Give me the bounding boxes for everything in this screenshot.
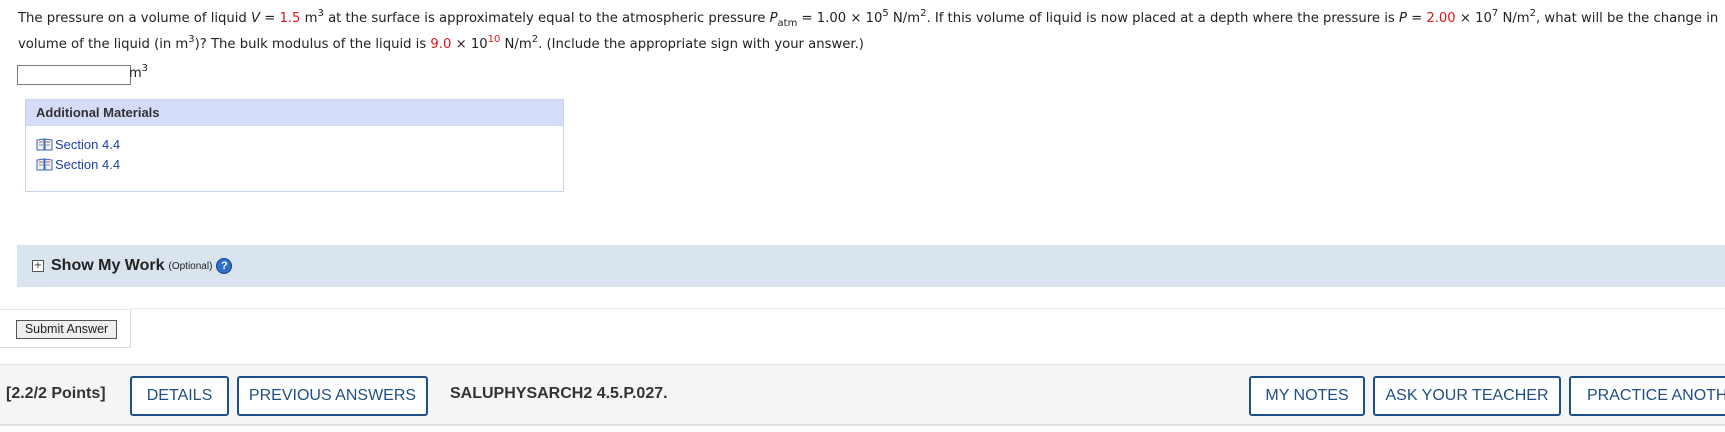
question-text-segment: = — [1406, 11, 1427, 26]
submit-area: Submit Answer — [0, 309, 131, 348]
patm-unit: N/m — [888, 11, 921, 26]
question-text-segment: , what will be the change in — [1536, 11, 1719, 26]
answer-unit-text: m — [129, 66, 142, 81]
answer-input[interactable] — [17, 65, 131, 85]
question-text: The pressure on a volume of liquid V = 1… — [18, 6, 1725, 58]
question-footer: [2.2/2 Points] DETAILS PREVIOUS ANSWERS … — [0, 364, 1725, 426]
book-icon — [36, 157, 53, 170]
patm-subscript: atm — [777, 18, 798, 29]
question-text-segment: at the surface is approximately equal to… — [323, 11, 770, 26]
help-icon[interactable]: ? — [216, 258, 233, 274]
pressure-variable: P — [1398, 11, 1407, 26]
divider — [131, 308, 1725, 309]
bulk-modulus-unit: N/m — [500, 37, 532, 52]
bulk-modulus-value: 9.0 — [430, 37, 452, 52]
previous-answers-button[interactable]: PREVIOUS ANSWERS — [237, 376, 428, 416]
details-button[interactable]: DETAILS — [130, 376, 229, 416]
volume-value: 1.5 — [279, 11, 301, 26]
question-text-segment: volume of the liquid (in m — [18, 37, 189, 52]
answer-unit: m3 — [129, 63, 149, 82]
book-icon — [36, 137, 53, 150]
pressure-unit: N/m — [1498, 11, 1530, 26]
my-notes-button[interactable]: MY NOTES — [1249, 376, 1365, 416]
volume-variable: V — [251, 11, 261, 26]
question-id: SALUPHYSARCH2 4.5.P.027. — [450, 385, 668, 402]
question-text-segment: . (Include the appropriate sign with you… — [538, 37, 864, 52]
additional-materials-panel: Additional Materials Section 4.4 Section… — [25, 99, 564, 192]
section-link[interactable]: Section 4.4 — [26, 134, 563, 154]
additional-materials-title: Additional Materials — [26, 100, 563, 126]
patm-value: = 1.00 × 10 — [797, 11, 883, 26]
section-link-label: Section 4.4 — [55, 136, 121, 152]
pressure-times: × 10 — [1455, 11, 1492, 26]
ask-your-teacher-button[interactable]: ASK YOUR TEACHER — [1373, 376, 1561, 416]
section-link[interactable]: Section 4.4 — [26, 154, 563, 174]
show-my-work-bar[interactable]: + Show My Work (Optional) ? — [17, 245, 1725, 287]
question-text-segment: . If this volume of liquid is now placed… — [926, 11, 1399, 26]
expand-plus-icon[interactable]: + — [32, 260, 44, 272]
question-text-segment: The pressure on a volume of liquid — [18, 11, 251, 26]
points-score: [2.2/2 Points] — [6, 385, 106, 402]
section-link-label: Section 4.4 — [55, 156, 121, 172]
show-my-work-optional: (Optional) — [168, 260, 213, 272]
bulk-modulus-exponent: 10 — [487, 34, 501, 45]
volume-unit: m — [300, 11, 318, 26]
patm-variable: P — [769, 11, 778, 26]
question-text-segment: )? The bulk modulus of the liquid is — [194, 37, 431, 52]
submit-answer-button[interactable]: Submit Answer — [16, 320, 117, 339]
question-line-2: volume of the liquid (in m3)? The bulk m… — [18, 32, 1725, 58]
question-line-1: The pressure on a volume of liquid V = 1… — [18, 6, 1725, 32]
bulk-modulus-times: × 10 — [451, 37, 488, 52]
question-text-segment: = — [260, 11, 280, 26]
answer-unit-exponent: 3 — [141, 63, 149, 74]
materials-list: Section 4.4 Section 4.4 — [26, 126, 563, 174]
show-my-work-title[interactable]: Show My Work — [51, 257, 165, 275]
practice-another-button[interactable]: PRACTICE ANOTHER — [1569, 376, 1725, 416]
pressure-value: 2.00 — [1426, 11, 1456, 26]
